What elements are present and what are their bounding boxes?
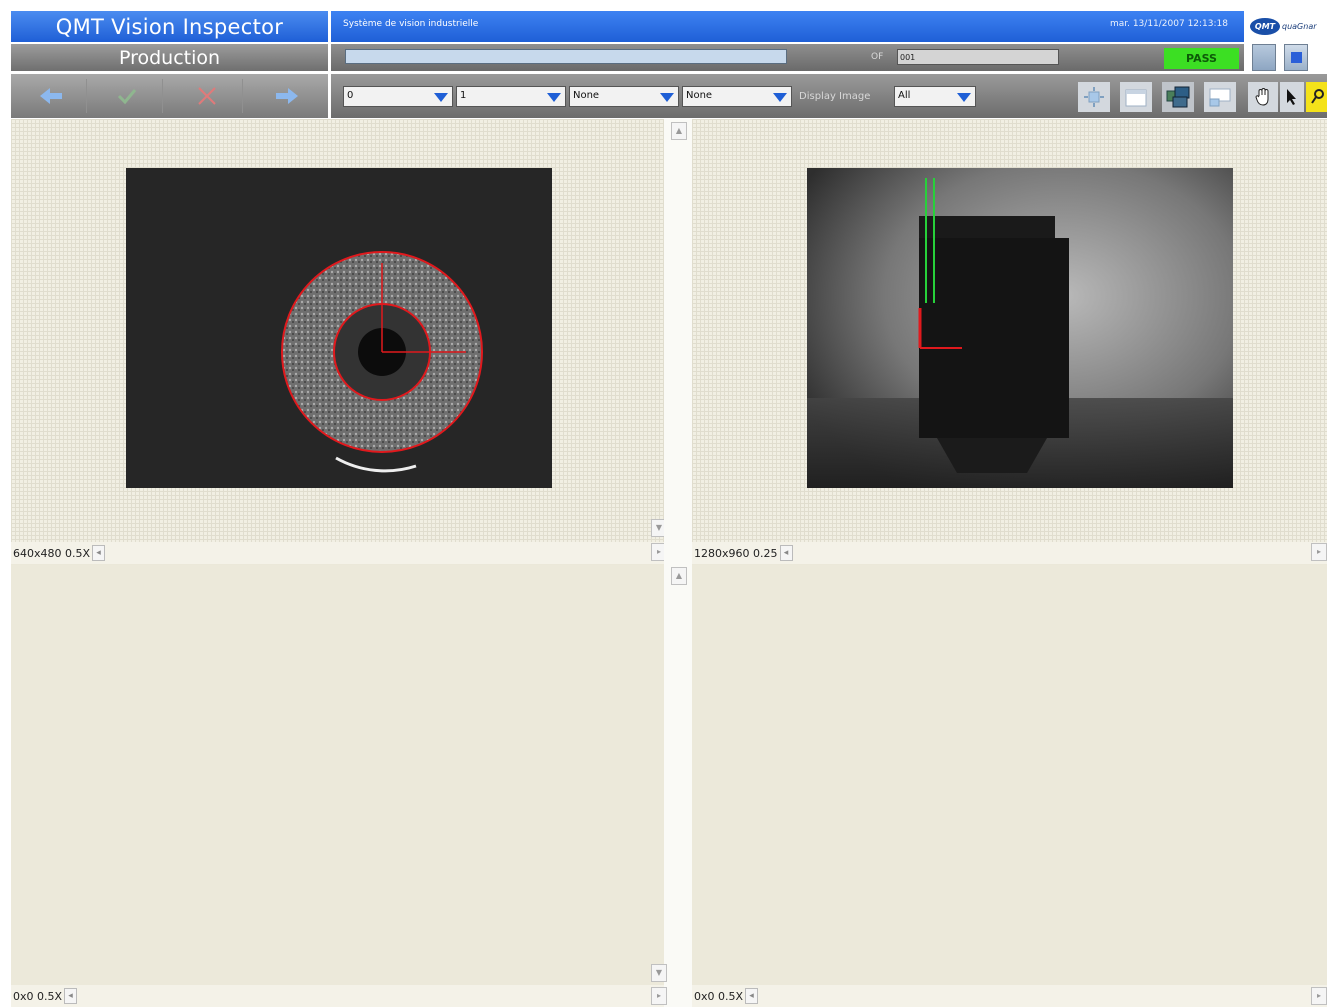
scroll-right-button[interactable]: ▸ bbox=[1311, 987, 1327, 1005]
multi-window-icon bbox=[1166, 86, 1190, 108]
pane-2-status: 1280x960 0.25 ◂ bbox=[692, 542, 1327, 564]
scroll-down-button[interactable]: ▼ bbox=[651, 964, 667, 982]
pane-3-status-label: 0x0 0.5X bbox=[13, 989, 63, 1003]
chevron-down-icon bbox=[434, 93, 448, 102]
cancel-icon bbox=[197, 87, 216, 105]
restore-button[interactable] bbox=[1252, 44, 1276, 71]
subtitle: Système de vision industrielle bbox=[343, 19, 479, 29]
inspection-select[interactable]: 1 bbox=[456, 86, 566, 107]
chevron-down-icon bbox=[660, 93, 674, 102]
zoom-tool-button[interactable] bbox=[1306, 82, 1327, 112]
accept-button[interactable] bbox=[91, 79, 163, 113]
image-pane-3[interactable] bbox=[11, 565, 664, 985]
inspection-select-value: 1 bbox=[460, 90, 467, 101]
pane-4-status-label: 0x0 0.5X bbox=[694, 989, 744, 1003]
window-icon bbox=[1125, 89, 1147, 107]
image-workspace: ▲ 640x480 0.5X ◂ ▼ ▸ ▲ ▲ bbox=[11, 119, 1327, 1007]
chevron-down-icon bbox=[547, 93, 561, 102]
result-badge: PASS bbox=[1164, 48, 1239, 69]
image-pane-4[interactable] bbox=[692, 565, 1327, 985]
zoom-fit-icon bbox=[1084, 87, 1104, 107]
filter-select-1-value: None bbox=[573, 90, 600, 101]
display-image-select[interactable]: All bbox=[894, 86, 976, 107]
camera-select-value: 0 bbox=[347, 90, 354, 101]
hand-tool-button[interactable] bbox=[1248, 82, 1278, 112]
filter-select-2-value: None bbox=[686, 90, 713, 101]
zoom-icon bbox=[1310, 89, 1324, 104]
display-image-value: All bbox=[898, 90, 911, 101]
image-pane-2[interactable] bbox=[692, 119, 1327, 542]
scroll-right-button[interactable]: ▸ bbox=[1311, 543, 1327, 561]
next-button[interactable] bbox=[251, 79, 323, 113]
reject-button[interactable] bbox=[171, 79, 243, 113]
pane-1-status: 640x480 0.5X ◂ bbox=[11, 542, 664, 564]
display-image-label: Display Image bbox=[799, 91, 871, 102]
scroll-left-button[interactable]: ◂ bbox=[779, 545, 793, 561]
scroll-left-button[interactable]: ◂ bbox=[745, 988, 759, 1004]
nav-toolbar bbox=[11, 74, 328, 118]
app-title: QMT Vision Inspector bbox=[11, 11, 328, 42]
check-icon bbox=[117, 89, 136, 105]
title-bar: Système de vision industrielle mar. 13/1… bbox=[331, 11, 1244, 42]
camera-image-2 bbox=[807, 168, 1233, 488]
camera-select[interactable]: 0 bbox=[343, 86, 453, 107]
pane-4-status: 0x0 0.5X ◂ bbox=[692, 985, 1327, 1007]
layout-icon bbox=[1209, 88, 1231, 107]
arrow-left-icon bbox=[39, 88, 62, 104]
chevron-down-icon bbox=[773, 93, 787, 102]
app-window: QMT Vision Inspector Système de vision i… bbox=[0, 0, 1327, 1007]
window-button[interactable] bbox=[1284, 44, 1308, 71]
layout-button[interactable] bbox=[1204, 82, 1236, 112]
filter-select-1[interactable]: None bbox=[569, 86, 679, 107]
scroll-up-button[interactable]: ▲ bbox=[671, 567, 687, 585]
scroll-left-button[interactable]: ◂ bbox=[64, 988, 78, 1004]
arrow-right-icon bbox=[276, 88, 298, 104]
prev-button[interactable] bbox=[15, 79, 87, 113]
pointer-tool-button[interactable] bbox=[1280, 82, 1304, 112]
scroll-right-button[interactable]: ▸ bbox=[651, 987, 667, 1005]
display-toolbar: 0 1 None None Display Image All bbox=[331, 74, 1327, 118]
status-strip: OF 001 PASS bbox=[331, 44, 1244, 71]
vertical-splitter[interactable] bbox=[664, 119, 692, 1007]
pane-2-status-label: 1280x960 0.25 bbox=[694, 546, 778, 560]
progress-bar bbox=[345, 49, 787, 64]
scroll-up-button[interactable]: ▲ bbox=[671, 122, 687, 140]
single-view-button[interactable] bbox=[1120, 82, 1152, 112]
of-input[interactable]: 001 bbox=[897, 49, 1059, 65]
scroll-left-button[interactable]: ◂ bbox=[92, 545, 106, 561]
datetime: mar. 13/11/2007 12:13:18 bbox=[1109, 19, 1228, 29]
image-pane-1[interactable]: ▲ bbox=[11, 119, 664, 542]
pointer-icon bbox=[1287, 89, 1296, 105]
mode-label: Production bbox=[11, 44, 328, 71]
company-logo: QMT quaGnar bbox=[1247, 11, 1327, 42]
camera-image-1 bbox=[126, 168, 552, 488]
pane-3-status: 0x0 0.5X ◂ bbox=[11, 985, 664, 1007]
of-label: OF bbox=[871, 52, 884, 62]
logo-text: quaGnar bbox=[1282, 22, 1317, 31]
window-icon bbox=[1291, 52, 1302, 63]
quad-view-button[interactable] bbox=[1162, 82, 1194, 112]
pane-1-status-label: 640x480 0.5X bbox=[13, 546, 91, 560]
chevron-down-icon bbox=[957, 93, 971, 102]
hand-icon bbox=[1255, 88, 1269, 106]
zoom-fit-button[interactable] bbox=[1078, 82, 1110, 112]
filter-select-2[interactable]: None bbox=[682, 86, 792, 107]
logo-badge: QMT bbox=[1250, 18, 1280, 35]
